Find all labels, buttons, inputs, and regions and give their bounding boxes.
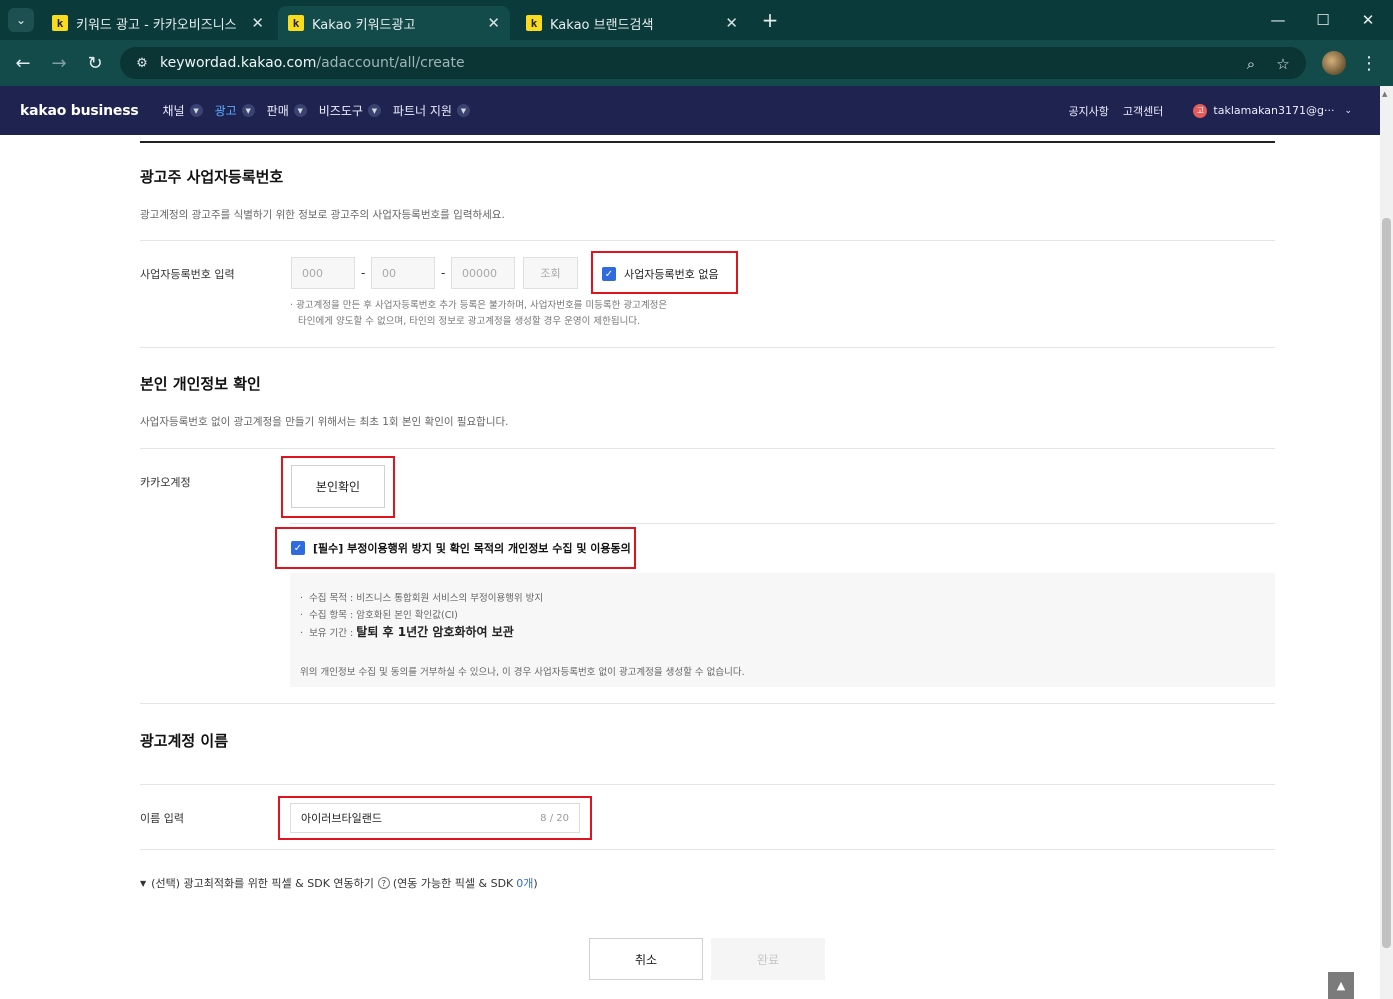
browser-tab-2[interactable]: k Kakao 키워드광고 ✕ bbox=[278, 6, 510, 40]
consent-label: [필수] 부정이용행위 방지 및 확인 목적의 개인정보 수집 및 이용동의 bbox=[313, 542, 631, 555]
account-menu[interactable]: 고 taklamakan3171@g··· ⌄ bbox=[1179, 103, 1352, 118]
divider bbox=[140, 240, 1275, 241]
url-text: keywordad.kakao.com/adaccount/all/create bbox=[160, 55, 465, 71]
dash-separator: - bbox=[441, 266, 446, 280]
site-header: kakao business 채널 ▼ 광고 ▼ 판매 ▼ 비즈도구 ▼ 파트너 지원 ▼… bbox=[0, 86, 1380, 135]
forward-arrow-icon[interactable]: → bbox=[46, 50, 72, 76]
divider bbox=[140, 448, 1275, 449]
window-close-icon[interactable]: ✕ bbox=[1354, 8, 1382, 32]
pixel-sdk-toggle[interactable]: ▼ (선택) 광고최적화를 위한 픽셀 & SDK 연동하기 ? (연동 가능한… bbox=[140, 875, 538, 891]
consent-purpose: · 수집 목적 : 비즈니스 통합회원 서비스의 부정이용행위 방지 bbox=[300, 593, 544, 604]
close-icon[interactable]: ✕ bbox=[251, 14, 264, 32]
business-section-desc: 광고계정의 광고주를 식별하기 위한 정보로 광고주의 사업자등록번호를 입력하… bbox=[140, 209, 505, 221]
account-name-input[interactable]: 아이러브타일랜드 8 / 20 bbox=[290, 803, 580, 833]
divider bbox=[290, 523, 1275, 524]
chevron-down-icon: ▼ bbox=[241, 104, 255, 117]
tab-title: Kakao 브랜드검색 bbox=[550, 17, 654, 33]
reload-icon[interactable]: ↻ bbox=[82, 50, 108, 76]
browser-tab-3[interactable]: k Kakao 브랜드검색 ✕ bbox=[516, 6, 748, 40]
business-number-part3-input[interactable]: 00000 bbox=[451, 257, 515, 289]
close-icon[interactable]: ✕ bbox=[725, 14, 738, 32]
verify-identity-button[interactable]: 본인확인 bbox=[291, 465, 385, 508]
consent-refuse-note: 위의 개인정보 수집 및 동의를 거부하실 수 있으나, 이 경우 사업자등록번… bbox=[300, 667, 745, 678]
new-tab-plus-icon[interactable]: + bbox=[758, 8, 782, 32]
name-input-label: 이름 입력 bbox=[140, 812, 184, 825]
notice-link[interactable]: 공지사항 bbox=[1068, 103, 1108, 119]
maximize-icon[interactable]: ☐ bbox=[1309, 8, 1337, 32]
kakao-account-label: 카카오계정 bbox=[140, 476, 191, 489]
tab-search-icon[interactable]: ⌄ bbox=[8, 8, 34, 32]
kakao-favicon-icon: k bbox=[52, 15, 68, 31]
business-number-label: 사업자등록번호 입력 bbox=[140, 268, 235, 281]
identity-section-desc: 사업자등록번호 없이 광고계정을 만들기 위해서는 최초 1회 본인 확인이 필… bbox=[140, 416, 509, 428]
browser-tabbar: ⌄ k 키워드 광고 - 카카오비즈니스 ✕ k Kakao 키워드광고 ✕ k… bbox=[0, 0, 1393, 40]
lookup-button[interactable]: 조회 bbox=[523, 257, 578, 289]
close-icon[interactable]: ✕ bbox=[487, 14, 500, 32]
nav-item-ads[interactable]: 광고 ▼ bbox=[215, 102, 255, 119]
chevron-down-icon: ⌄ bbox=[1344, 105, 1352, 116]
site-settings-icon[interactable]: ⚙ bbox=[128, 56, 156, 71]
divider bbox=[140, 849, 1275, 850]
business-number-part2-input[interactable]: 00 bbox=[371, 257, 435, 289]
consent-retention: · 보유 기간 : 탈퇴 후 1년간 암호화하여 보관 bbox=[300, 625, 514, 639]
char-counter: 8 / 20 bbox=[540, 812, 569, 824]
no-business-number-label: 사업자등록번호 없음 bbox=[624, 268, 719, 281]
page-scrollbar[interactable]: ▲ bbox=[1380, 86, 1393, 999]
browser-menu-icon[interactable]: ⋮ bbox=[1358, 50, 1380, 76]
business-section-title: 광고주 사업자등록번호 bbox=[140, 168, 284, 186]
scroll-to-top-button[interactable]: ▲ bbox=[1328, 972, 1354, 999]
checkmark-icon: ✓ bbox=[602, 267, 616, 281]
minimize-icon[interactable]: — bbox=[1264, 8, 1292, 32]
account-name-value: 아이러브타일랜드 bbox=[301, 812, 382, 825]
divider bbox=[140, 703, 1275, 704]
chevron-down-icon: ▼ bbox=[456, 104, 470, 117]
profile-avatar[interactable] bbox=[1322, 51, 1346, 75]
account-name-section-title: 광고계정 이름 bbox=[140, 732, 229, 750]
dash-separator: - bbox=[361, 266, 366, 280]
done-button[interactable]: 완료 bbox=[711, 938, 825, 980]
business-number-part1-input[interactable]: 000 bbox=[291, 257, 355, 289]
consent-items: · 수집 항목 : 암호화된 본인 확인값(CI) bbox=[300, 610, 458, 621]
kakao-favicon-icon: k bbox=[526, 15, 542, 31]
checkmark-icon: ✓ bbox=[291, 541, 305, 555]
bookmark-star-icon[interactable]: ☆ bbox=[1272, 53, 1294, 75]
browser-toolbar: ← → ↻ ⚙ keywordad.kakao.com/adaccount/al… bbox=[0, 40, 1393, 86]
no-business-number-checkbox[interactable]: ✓ 사업자등록번호 없음 bbox=[602, 266, 719, 282]
chevron-down-icon: ▼ bbox=[293, 104, 307, 117]
nav-item-partner[interactable]: 파트너 지원 ▼ bbox=[393, 102, 470, 119]
nav-item-sales[interactable]: 판매 ▼ bbox=[267, 102, 307, 119]
scrollbar-thumb[interactable] bbox=[1382, 218, 1391, 948]
cancel-button[interactable]: 취소 bbox=[589, 938, 703, 980]
nav-item-channel[interactable]: 채널 ▼ bbox=[162, 102, 203, 119]
zoom-search-icon[interactable]: ⌕ bbox=[1240, 53, 1262, 75]
divider bbox=[140, 347, 1275, 348]
browser-tab-1[interactable]: k 키워드 광고 - 카카오비즈니스 ✕ bbox=[42, 6, 274, 40]
pixel-sdk-count: 0개 bbox=[516, 877, 534, 890]
tab-title: Kakao 키워드광고 bbox=[312, 17, 416, 33]
avatar: 고 bbox=[1193, 103, 1208, 118]
support-link[interactable]: 고객센터 bbox=[1123, 103, 1163, 119]
chevron-down-icon: ▼ bbox=[367, 104, 381, 117]
section-top-rule bbox=[140, 141, 1275, 143]
tab-title: 키워드 광고 - 카카오비즈니스 bbox=[76, 17, 237, 33]
pixel-sdk-label: (선택) 광고최적화를 위한 픽셀 & SDK 연동하기 bbox=[151, 877, 374, 890]
scroll-up-arrow-icon[interactable]: ▲ bbox=[1382, 90, 1387, 98]
pixel-sdk-count-prefix: (연동 가능한 픽셀 & SDK bbox=[392, 877, 514, 890]
pixel-sdk-count-suffix: ) bbox=[533, 876, 538, 890]
business-number-note: · 광고계정을 만든 후 사업자등록번호 추가 등록은 불가하며, 사업자번호를… bbox=[290, 300, 668, 327]
identity-section-title: 본인 개인정보 확인 bbox=[140, 375, 261, 393]
help-circle-icon[interactable]: ? bbox=[377, 877, 390, 889]
back-arrow-icon[interactable]: ← bbox=[10, 50, 36, 76]
main-content: 광고주 사업자등록번호 광고계정의 광고주를 식별하기 위한 정보로 광고주의 … bbox=[0, 135, 1380, 999]
address-bar[interactable]: ⚙ keywordad.kakao.com/adaccount/all/crea… bbox=[120, 47, 1306, 79]
nav-item-biztools[interactable]: 비즈도구 ▼ bbox=[319, 102, 381, 119]
chevron-down-icon: ▼ bbox=[189, 104, 203, 117]
kakao-business-logo[interactable]: kakao business bbox=[20, 103, 139, 119]
caret-down-icon: ▼ bbox=[140, 878, 147, 888]
kakao-favicon-icon: k bbox=[288, 15, 304, 31]
account-email: taklamakan3171@g··· bbox=[1213, 104, 1335, 117]
divider bbox=[140, 784, 1275, 785]
header-utility: 공지사항 고객센터 고 taklamakan3171@g··· ⌄ bbox=[1054, 86, 1352, 135]
consent-checkbox[interactable]: ✓ [필수] 부정이용행위 방지 및 확인 목적의 개인정보 수집 및 이용동의 bbox=[291, 540, 631, 556]
